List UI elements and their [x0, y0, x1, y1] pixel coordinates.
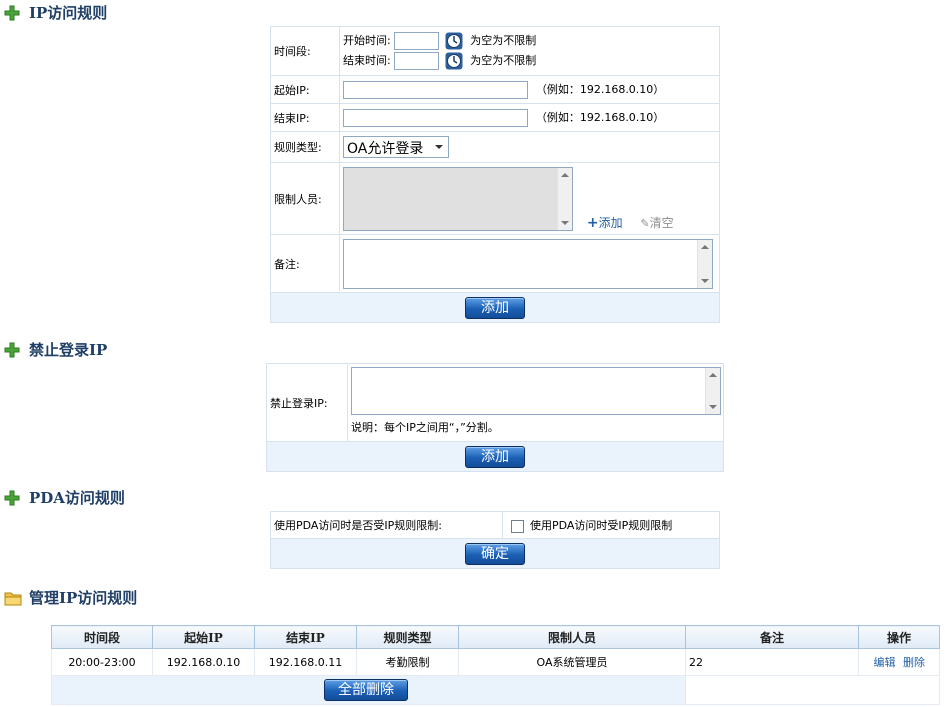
ip-rule-title-text: IP访问规则: [29, 4, 108, 22]
add-rule-button[interactable]: 添加: [465, 296, 525, 319]
note-label: 备注:: [270, 234, 340, 293]
cell-type: 考勤限制: [356, 648, 459, 676]
ip-rule-form: 时间段: 开始时间: 为空为不限制 结束时间: 为空为不限制 起始IP: （例如…: [270, 26, 720, 323]
end-time-input[interactable]: [394, 52, 440, 70]
plus-icon: +: [586, 214, 599, 231]
cell-actions: 编辑 删除: [858, 648, 940, 676]
col-header: 备注: [685, 625, 859, 649]
forbid-ip-title: 禁止登录IP: [4, 340, 107, 360]
col-header: 结束IP: [254, 625, 357, 649]
cell-note: 22: [685, 648, 859, 676]
scrollbar[interactable]: [557, 167, 572, 230]
forbid-ip-desc: 说明：每个IP之间用“，”分割。: [351, 421, 499, 434]
manage-rule-title-text: 管理IP访问规则: [29, 589, 138, 607]
start-time-input[interactable]: [394, 32, 440, 50]
rule-type-label: 规则类型:: [270, 131, 340, 163]
col-header: 时间段: [51, 625, 153, 649]
pda-limit-checkbox-label: 使用PDA访问时受IP规则限制: [530, 519, 673, 532]
col-header: 限制人员: [458, 625, 686, 649]
start-time-hint: 为空为不限制: [470, 34, 537, 47]
clock-icon[interactable]: [445, 32, 463, 50]
pda-question: 使用PDA访问时是否受IP规则限制:: [270, 511, 503, 539]
end-ip-input[interactable]: [343, 108, 528, 127]
table-row: 20:00-23:00 192.168.0.10 192.168.0.11 考勤…: [51, 648, 940, 676]
time-label: 时间段:: [270, 26, 340, 76]
plus-icon: [4, 490, 22, 508]
scrollbar[interactable]: [697, 239, 712, 288]
end-time-hint: 为空为不限制: [470, 54, 537, 67]
rule-type-value: OA允许登录: [347, 141, 424, 157]
limit-user-label: 限制人员:: [270, 162, 340, 235]
add-user-link[interactable]: +添加: [587, 214, 623, 231]
note-textarea[interactable]: [343, 238, 713, 289]
add-forbid-ip-button[interactable]: 添加: [465, 445, 525, 468]
start-ip-example: （例如：192.168.0.10）: [535, 83, 665, 96]
clear-user-link[interactable]: ✎清空: [640, 214, 673, 231]
pda-limit-checkbox[interactable]: [511, 519, 524, 533]
cell-users: OA系统管理员: [458, 648, 686, 676]
start-time-label: 开始时间:: [343, 34, 391, 47]
end-ip-label: 结束IP:: [270, 103, 340, 132]
pda-rule-form: 使用PDA访问时是否受IP规则限制: 使用PDA访问时受IP规则限制 确定: [270, 511, 720, 569]
folder-icon: [4, 590, 22, 608]
col-header: 规则类型: [356, 625, 459, 649]
end-ip-example: （例如：192.168.0.10）: [535, 111, 665, 124]
cell-end-ip: 192.168.0.11: [254, 648, 357, 676]
limit-user-box[interactable]: [343, 166, 573, 231]
delete-link[interactable]: 删除: [903, 656, 925, 669]
pda-ok-button[interactable]: 确定: [465, 542, 525, 565]
chevron-down-icon: [435, 145, 443, 149]
forbid-ip-textarea[interactable]: [351, 367, 721, 415]
scrollbar[interactable]: [705, 368, 720, 414]
clear-user-link-text: 清空: [649, 215, 674, 230]
rule-type-select[interactable]: OA允许登录: [343, 136, 449, 158]
plus-icon: [4, 342, 22, 360]
manage-rule-title: 管理IP访问规则: [4, 588, 137, 608]
col-header: 起始IP: [152, 625, 255, 649]
cell-start-ip: 192.168.0.10: [152, 648, 255, 676]
delete-all-button[interactable]: 全部删除: [324, 679, 408, 701]
pda-rule-title-text: PDA访问规则: [29, 489, 125, 507]
ip-rule-title: IP访问规则: [4, 3, 107, 23]
forbid-ip-title-text: 禁止登录IP: [29, 341, 108, 359]
cell-time: 20:00-23:00: [51, 648, 153, 676]
start-ip-label: 起始IP:: [270, 75, 340, 104]
add-user-link-text: 添加: [598, 215, 623, 230]
clock-icon[interactable]: [445, 52, 463, 70]
start-ip-input[interactable]: [343, 80, 528, 99]
clear-icon: ✎: [640, 216, 650, 230]
pda-rule-title: PDA访问规则: [4, 488, 125, 508]
manage-rule-table: 时间段 起始IP 结束IP 规则类型 限制人员 备注 操作 20:00-23:0…: [51, 625, 940, 705]
edit-link[interactable]: 编辑: [874, 656, 896, 669]
plus-icon: [4, 5, 22, 23]
forbid-ip-form: 禁止登录IP: 说明：每个IP之间用“，”分割。 添加: [266, 363, 724, 472]
forbid-ip-label: 禁止登录IP:: [266, 363, 348, 442]
end-time-label: 结束时间:: [343, 54, 391, 67]
col-header: 操作: [858, 625, 940, 649]
